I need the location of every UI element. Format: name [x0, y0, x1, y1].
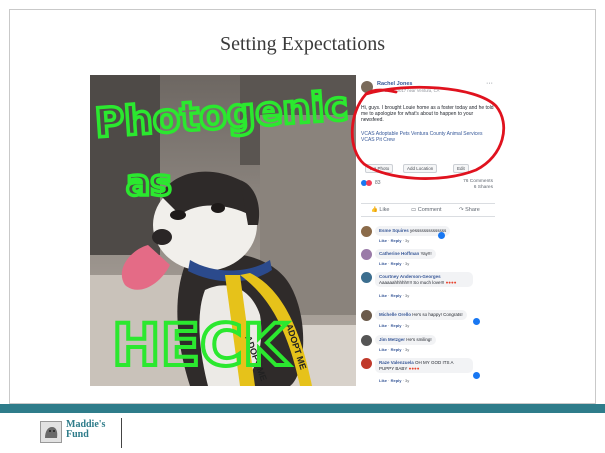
like-action-label: Like: [379, 207, 390, 213]
shares-count[interactable]: 6 Shares: [463, 185, 493, 191]
comment-bubble: Catherine Hoffman Yay!!!: [375, 249, 436, 259]
comment-reply-link[interactable]: Reply: [391, 293, 402, 298]
comment-text: Yay!!!: [420, 251, 432, 256]
post-actions: 👍 Like ▭ Comment ↷ Share: [361, 203, 495, 217]
slide-title: Setting Expectations: [220, 33, 385, 55]
comment-like-link[interactable]: Like: [379, 261, 387, 266]
share-icon: ↷: [459, 207, 464, 213]
comment-like-link[interactable]: Like: [379, 238, 387, 243]
heart-eyes-emoji-icon: ●●●●: [445, 279, 457, 285]
annotation-heck: HECK: [112, 311, 290, 379]
maddies-fund-logo-text: Maddie's Fund: [66, 420, 105, 440]
comment-author[interactable]: Catherine Hoffman: [379, 251, 419, 256]
commenter-avatar[interactable]: [361, 310, 372, 321]
annotation-as: as: [126, 163, 172, 204]
heart-eyes-emoji-icon: ●●●●: [408, 365, 420, 371]
comment-like-link[interactable]: Like: [379, 293, 387, 298]
comment-bubble: Michelle Orello He's so happy! Congrats!: [375, 310, 467, 320]
comment-reply-link[interactable]: Reply: [391, 378, 402, 383]
commenter-avatar[interactable]: [361, 226, 372, 237]
comment-reaction-icon[interactable]: [473, 372, 480, 379]
comment-bubble: Jim Metzger He's smiling!: [375, 335, 436, 345]
comment-reaction-icon[interactable]: [438, 232, 445, 239]
comment-age: 3y: [405, 261, 410, 266]
comment-like-link[interactable]: Like: [379, 378, 387, 383]
commenter-avatar[interactable]: [361, 272, 372, 283]
comment-author[interactable]: Courtney Anderson-Georges: [379, 274, 441, 279]
dog-logo-icon: [41, 422, 61, 442]
comment-meta: Like · Reply · 3y: [379, 293, 410, 298]
commenter-avatar[interactable]: [361, 358, 372, 369]
logo-divider: [121, 418, 122, 448]
comment-like-link[interactable]: Like: [379, 323, 387, 328]
comment-text: He's so happy! Congrats!: [412, 312, 463, 317]
comment-reaction-icon[interactable]: [473, 318, 480, 325]
comment-bubble: Raze Valenzuela OH MY GOD ITS A PUPPY BA…: [375, 358, 473, 374]
comment-text: Aaaaaahhhhh!!!! So much love!!!: [379, 279, 445, 285]
dog-photo: ADOPT ME ADOPT ME Photogenic as HECK: [90, 75, 356, 386]
comment-author[interactable]: Jim Metzger: [379, 337, 405, 342]
maddies-fund-logo-icon: [40, 421, 62, 443]
comment-meta: Like · Reply · 3y: [379, 347, 410, 352]
comment-meta: Like · Reply · 3y: [379, 238, 410, 243]
slide: Setting Expectations ADOPT ME ADOPT ME P…: [0, 0, 605, 453]
comment-reply-link[interactable]: Reply: [391, 323, 402, 328]
comment-reply-link[interactable]: Reply: [391, 238, 402, 243]
share-action-label: Share: [465, 207, 480, 213]
commenter-avatar[interactable]: [361, 335, 372, 346]
comment-bubble: Courtney Anderson-Georges Aaaaaahhhhh!!!…: [375, 272, 473, 288]
commenter-avatar[interactable]: [361, 249, 372, 260]
like-action[interactable]: 👍 Like: [371, 207, 389, 213]
comment-age: 3y: [405, 378, 410, 383]
comment-meta: Like · Reply · 3y: [379, 261, 410, 266]
comment-age: 3y: [405, 323, 410, 328]
share-action[interactable]: ↷ Share: [459, 207, 480, 213]
comment-icon: ▭: [411, 207, 417, 213]
comment-author[interactable]: Esme Squires: [379, 228, 409, 233]
comment-age: 3y: [405, 238, 410, 243]
comment-meta: Like · Reply · 3y: [379, 323, 410, 328]
comment-action-label: Comment: [417, 207, 442, 213]
comment-age: 3y: [405, 293, 410, 298]
comment-author[interactable]: Michelle Orello: [379, 312, 411, 317]
comment-reply-link[interactable]: Reply: [391, 261, 402, 266]
comment-like-link[interactable]: Like: [379, 347, 387, 352]
comment-action[interactable]: ▭ Comment: [411, 207, 442, 213]
footer-accent-bar: [0, 404, 605, 413]
comment-meta: Like · Reply · 3y: [379, 378, 410, 383]
dog-photo-illustration: ADOPT ME ADOPT ME Photogenic as HECK: [90, 75, 356, 386]
comment-age: 3y: [405, 347, 410, 352]
comment-text: He's smiling!: [406, 337, 432, 342]
thumbs-up-icon: 👍: [371, 207, 378, 213]
logo-line2: Fund: [66, 429, 89, 440]
comment-reply-link[interactable]: Reply: [391, 347, 402, 352]
comment-author[interactable]: Raze Valenzuela: [379, 360, 414, 365]
red-circle-annotation: [350, 85, 505, 180]
